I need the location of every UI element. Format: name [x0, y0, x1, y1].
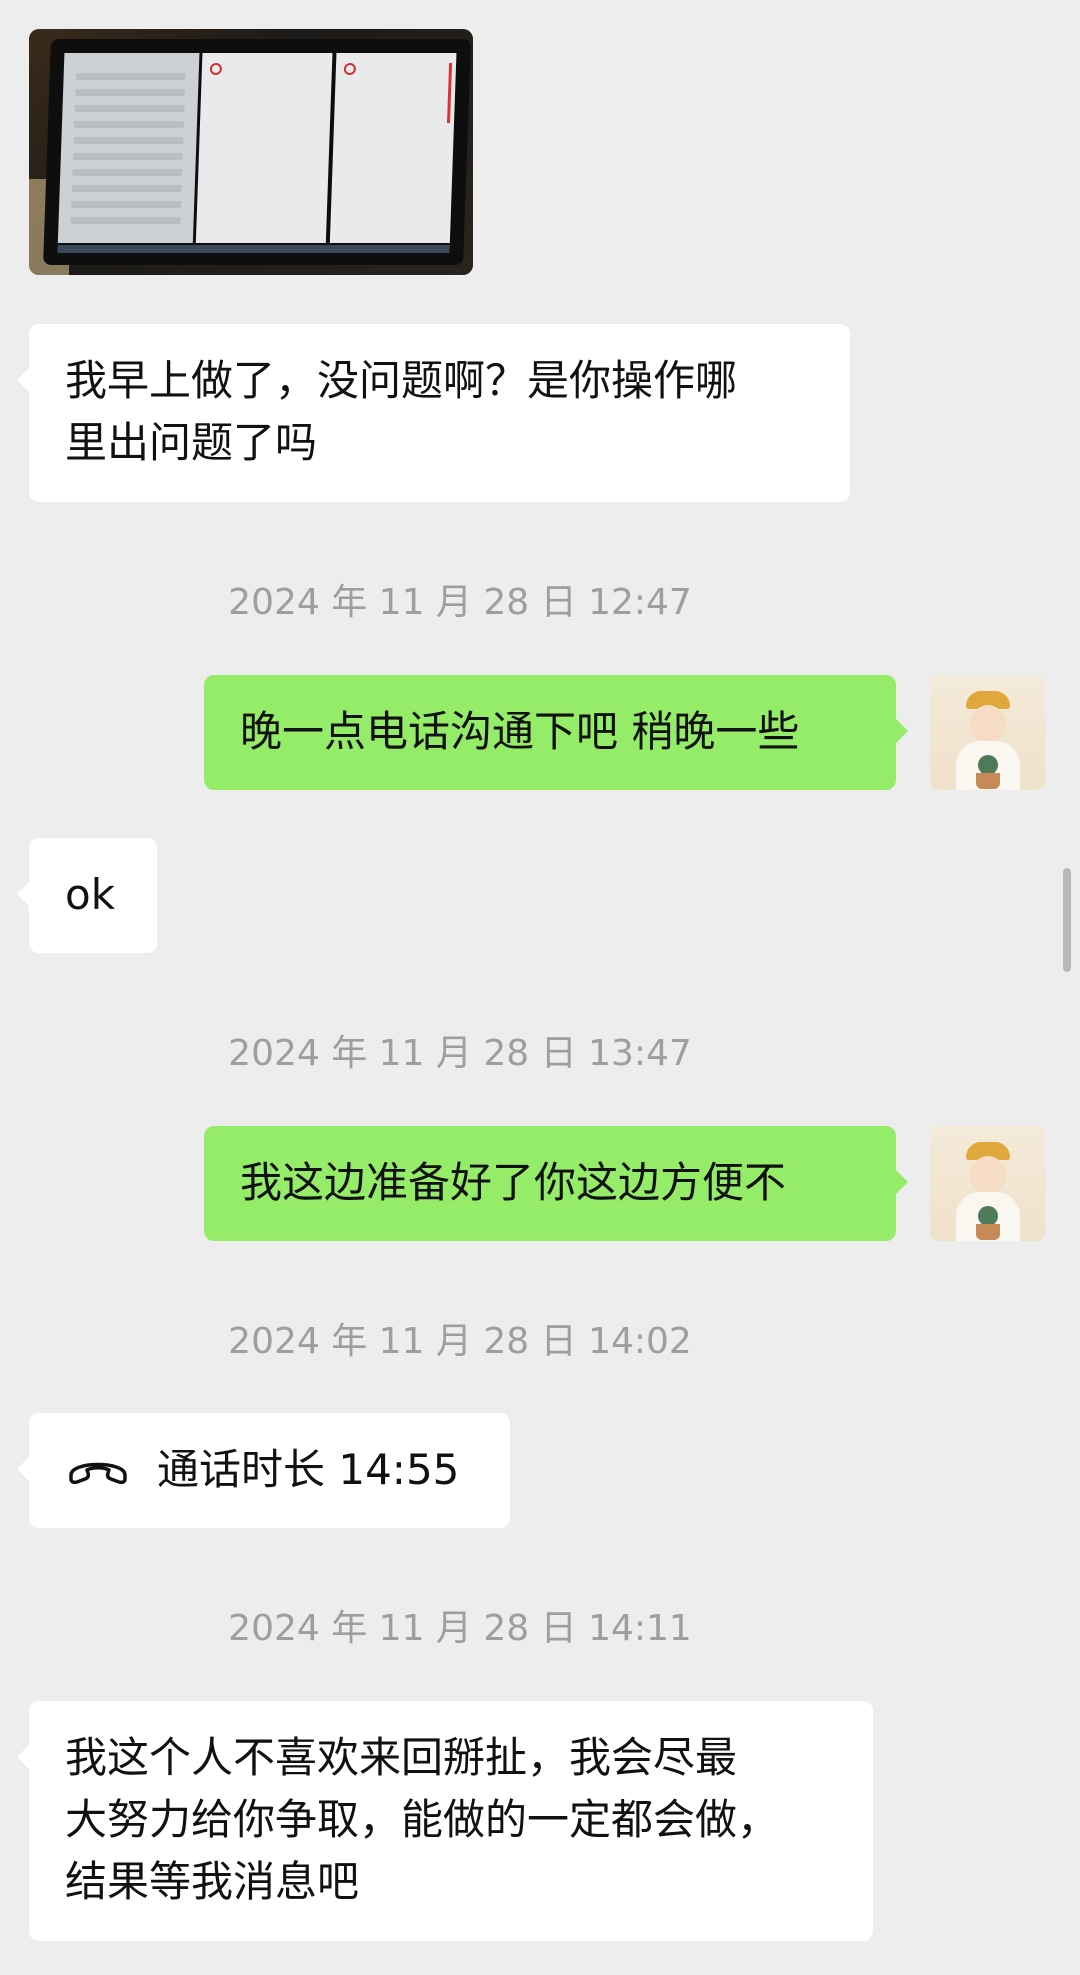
laptop-screen-image [43, 39, 471, 265]
message-text-line: 我这个人不喜欢来回掰扯，我会尽最 [65, 1733, 738, 1782]
call-record-message[interactable]: 通话时长 14:55 [17, 1413, 510, 1528]
message-text-line: 大努力给你争取，能做的一定都会做， [65, 1795, 780, 1844]
image-message[interactable] [29, 29, 473, 275]
user-avatar[interactable] [930, 1126, 1045, 1241]
message-text: 晚一点电话沟通下吧 稍晚一些 [240, 707, 800, 756]
message-text-line: 里出问题了吗 [65, 418, 318, 467]
outgoing-message[interactable]: 我这边准备好了你这边方便不 [204, 1126, 908, 1241]
call-duration-text: 通话时长 14:55 [157, 1445, 460, 1494]
message-text: ok [65, 870, 116, 919]
scrollbar[interactable] [1063, 868, 1071, 972]
timestamp: 2024 年 11 月 28 日 14:02 [228, 1321, 692, 1362]
phone-handset-icon [69, 1462, 127, 1485]
incoming-message[interactable]: ok [17, 838, 157, 953]
message-text: 我这边准备好了你这边方便不 [240, 1158, 787, 1207]
outgoing-message[interactable]: 晚一点电话沟通下吧 稍晚一些 [204, 675, 908, 790]
timestamp: 2024 年 11 月 28 日 12:47 [228, 582, 692, 623]
message-text-line: 结果等我消息吧 [65, 1857, 360, 1906]
user-avatar[interactable] [930, 675, 1045, 790]
timestamp: 2024 年 11 月 28 日 13:47 [228, 1033, 692, 1074]
message-text-line: 我早上做了，没问题啊？是你操作哪 [65, 356, 738, 405]
timestamp: 2024 年 11 月 28 日 14:11 [228, 1608, 692, 1649]
incoming-message[interactable]: 我这个人不喜欢来回掰扯，我会尽最 大努力给你争取，能做的一定都会做， 结果等我消… [17, 1701, 873, 1941]
incoming-message[interactable]: 我早上做了，没问题啊？是你操作哪 里出问题了吗 [17, 324, 850, 502]
